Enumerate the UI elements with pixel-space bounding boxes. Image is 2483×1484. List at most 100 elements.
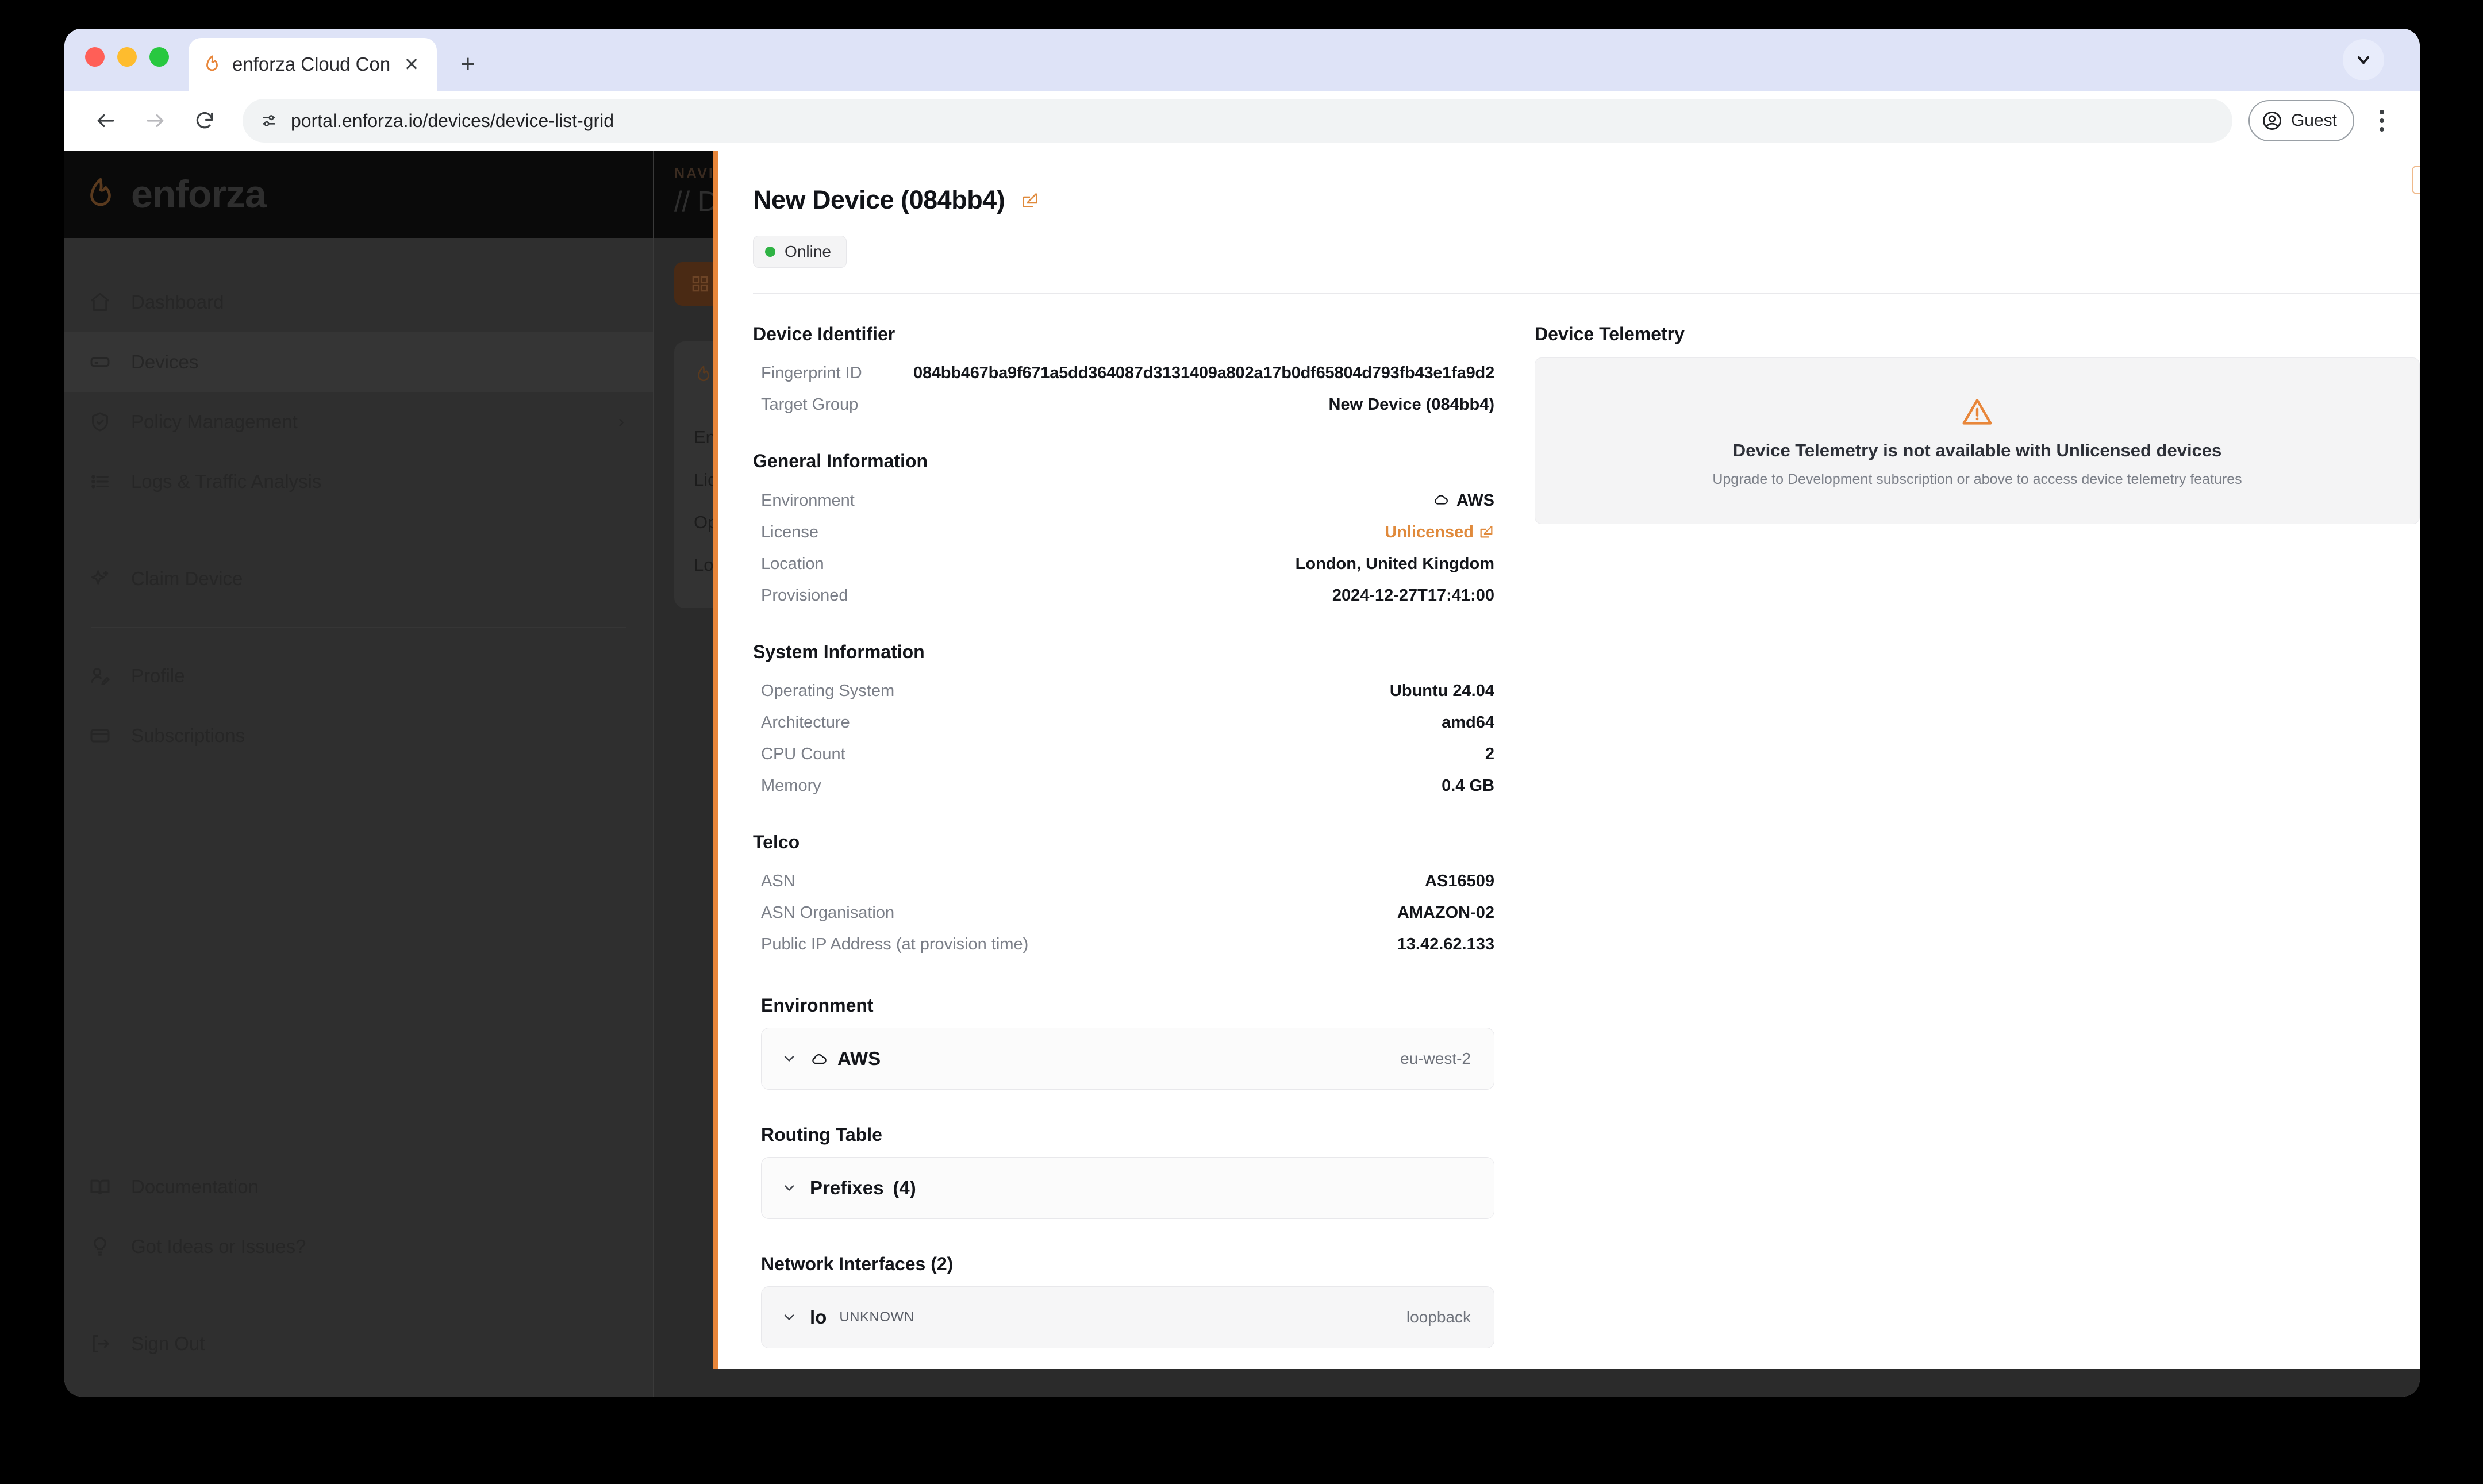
chevron-down-icon[interactable] (781, 1051, 797, 1067)
sidebar-item-documentation[interactable]: Documentation (64, 1157, 653, 1217)
kv-key: Architecture (761, 713, 850, 732)
sidebar-item-label: Logs & Traffic Analysis (131, 471, 322, 492)
close-icon[interactable] (2412, 166, 2420, 194)
brand-name: enforza (131, 172, 267, 216)
sidebar-item-got-ideas-or-issues[interactable]: Got Ideas or Issues? (64, 1217, 653, 1277)
kv-row-asn: ASN AS16509 (753, 866, 1494, 897)
sidebar-item-sign-out[interactable]: Sign Out (64, 1314, 653, 1374)
modal-title-text: New Device (084bb4) (753, 185, 1005, 214)
book-icon (87, 1174, 113, 1199)
kv-value: 084bb467ba9f671a5dd364087d3131409a802a17… (913, 364, 1494, 382)
server-icon (87, 349, 113, 375)
minimize-window-button[interactable] (117, 47, 137, 67)
telemetry-message: Device Telemetry is not available with U… (1732, 440, 2222, 460)
kv-value: AMAZON-02 (1397, 904, 1494, 922)
sidebar-nav: Dashboard Devices Policy Management › Lo… (64, 238, 653, 766)
warning-triangle-icon (1959, 394, 1995, 430)
profile-button[interactable]: Guest (2248, 100, 2354, 141)
reload-icon[interactable] (183, 99, 226, 143)
kv-row-fingerprint-id: Fingerprint ID 084bb467ba9f671a5dd364087… (753, 357, 1494, 389)
close-icon[interactable]: ✕ (399, 52, 424, 77)
new-tab-button[interactable]: + (448, 45, 487, 84)
routing-table-accordion-prefixes[interactable]: Prefixes (4) (761, 1157, 1494, 1219)
sidebar-item-label: Profile (131, 665, 185, 686)
section-heading-general-information: General Information (753, 451, 928, 471)
environment-name: AWS (837, 1048, 881, 1069)
network-interface-row-lo[interactable]: lo UNKNOWN loopback (761, 1286, 1494, 1348)
chevron-down-icon[interactable] (781, 1309, 797, 1325)
prefixes-count: (4) (893, 1177, 916, 1198)
profile-label: Guest (2290, 111, 2337, 130)
sidebar-item-claim-device[interactable]: Claim Device (64, 549, 653, 609)
kv-value: 2024-12-27T17:41:00 (1332, 586, 1494, 605)
kv-key: Public IP Address (at provision time) (761, 935, 1029, 954)
kv-value: New Device (084bb4) (1328, 395, 1494, 414)
arrow-right-icon[interactable] (133, 99, 177, 143)
arrow-left-icon[interactable] (84, 99, 128, 143)
browser-toolbar: portal.enforza.io/devices/device-list-gr… (64, 91, 2420, 151)
app-sidebar: enforza Dashboard Devices Policy Managem… (64, 151, 654, 1397)
flame-icon (201, 53, 223, 75)
kv-value-wrap: Unlicensed (818, 523, 1494, 542)
sidebar-item-devices[interactable]: Devices (64, 332, 653, 392)
sidebar-bottom-nav: Documentation Got Ideas or Issues? Sign … (64, 1157, 653, 1374)
browser-window: enforza Cloud Controller ✕ + portal.enfo… (64, 29, 2420, 1397)
cloud-icon (1432, 491, 1450, 508)
tab-title: enforza Cloud Controller (232, 53, 390, 75)
environment-accordion-aws[interactable]: AWS eu-west-2 (761, 1028, 1494, 1090)
sidebar-item-policy-management[interactable]: Policy Management › (64, 392, 653, 452)
kv-value: 13.42.62.133 (1397, 935, 1494, 954)
app-brand[interactable]: enforza (64, 151, 653, 238)
edit-square-icon[interactable] (1478, 524, 1494, 540)
modal-divider (753, 293, 2420, 294)
kv-value: AWS (1456, 491, 1494, 510)
kv-value: Unlicensed (1385, 523, 1474, 541)
tune-icon[interactable] (260, 112, 278, 130)
url-text: portal.enforza.io/devices/device-list-gr… (291, 110, 614, 131)
sidebar-item-dashboard[interactable]: Dashboard (64, 272, 653, 332)
kv-value: 0.4 GB (1442, 776, 1494, 795)
cloud-icon (810, 1049, 828, 1068)
user-edit-icon (87, 663, 113, 689)
sidebar-item-label: Dashboard (131, 291, 224, 313)
chevron-down-icon[interactable] (781, 1180, 797, 1196)
sidebar-item-label: Claim Device (131, 568, 243, 589)
sidebar-item-logs-traffic-analysis[interactable]: Logs & Traffic Analysis (64, 452, 653, 512)
browser-tab[interactable]: enforza Cloud Controller ✕ (189, 38, 437, 91)
sidebar-item-label: Subscriptions (131, 725, 245, 746)
sidebar-item-label: Documentation (131, 1176, 259, 1197)
grid-icon (690, 274, 710, 294)
kv-key: Location (761, 555, 824, 573)
prefixes-title: Prefixes (4) (810, 1177, 916, 1199)
close-window-button[interactable] (85, 47, 105, 67)
home-icon (87, 290, 113, 315)
kebab-menu-icon[interactable] (2363, 99, 2400, 143)
kv-row-operating-system: Operating System Ubuntu 24.04 (753, 675, 1494, 707)
kv-key: Fingerprint ID (761, 364, 862, 382)
address-bar[interactable]: portal.enforza.io/devices/device-list-gr… (243, 99, 2232, 143)
chevron-down-icon[interactable] (2343, 39, 2384, 80)
sidebar-item-subscriptions[interactable]: Subscriptions (64, 706, 653, 766)
kv-row-provisioned: Provisioned 2024-12-27T17:41:00 (753, 580, 1494, 612)
kv-row-architecture: Architecture amd64 (753, 707, 1494, 739)
sidebar-item-label: Sign Out (131, 1333, 205, 1354)
kv-value: 2 (1485, 745, 1494, 763)
kv-value-wrap: AWS (855, 491, 1494, 510)
status-badge: Online (753, 236, 847, 268)
edit-square-icon[interactable] (1020, 190, 1040, 210)
card-icon (87, 723, 113, 748)
kv-row-location: Location London, United Kingdom (753, 548, 1494, 580)
logout-icon (87, 1331, 113, 1356)
kv-row-asn-organisation: ASN Organisation AMAZON-02 (753, 897, 1494, 929)
modal-right-column: Device Telemetry Device Telemetry is not… (1535, 324, 2420, 1369)
sparkle-plus-icon (87, 566, 113, 591)
maximize-window-button[interactable] (149, 47, 169, 67)
section-heading-network-interfaces: Network Interfaces (2) (761, 1254, 954, 1274)
kv-value: London, United Kingdom (1295, 555, 1494, 573)
kv-key: Provisioned (761, 586, 848, 605)
sidebar-divider (91, 627, 626, 628)
list-icon (87, 469, 113, 494)
kv-key: ASN Organisation (761, 904, 895, 922)
sidebar-item-profile[interactable]: Profile (64, 646, 653, 706)
status-label: Online (785, 243, 831, 260)
